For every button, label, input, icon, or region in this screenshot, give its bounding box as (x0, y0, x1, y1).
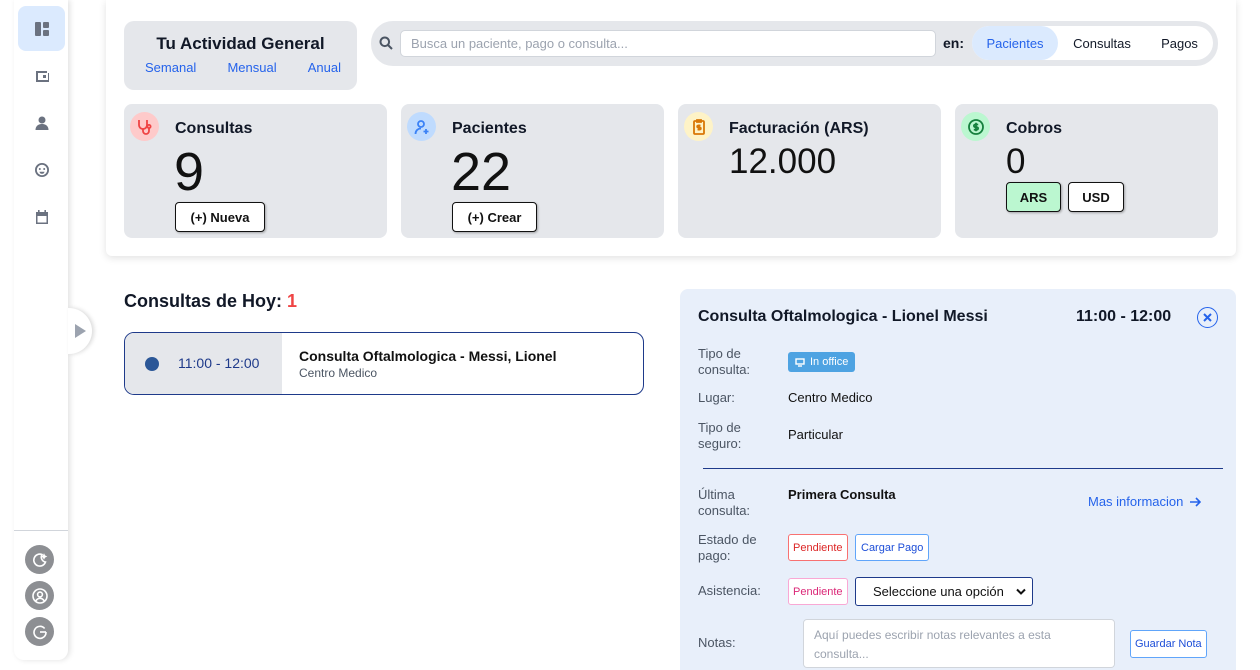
scope-pagos[interactable]: Pagos (1146, 26, 1213, 60)
stat-title: Cobros (1006, 120, 1062, 137)
cargar-pago-button[interactable]: Cargar Pago (855, 534, 930, 561)
dollar-circle-icon (961, 112, 990, 141)
appointment-detail-panel: Consulta Oftalmologica - Lionel Messi 11… (680, 289, 1236, 670)
status-dot (145, 357, 159, 371)
expand-sidebar-button[interactable] (68, 308, 92, 354)
dark-mode-button[interactable] (25, 545, 54, 574)
new-consulta-button[interactable]: (+) Nueva (175, 202, 265, 232)
notas-label: Notas: (698, 635, 736, 650)
period-weekly[interactable]: Semanal (145, 60, 196, 75)
detail-time: 11:00 - 12:00 (1076, 308, 1172, 325)
dark-mode-icon (32, 552, 47, 567)
profile-button[interactable] (25, 581, 54, 610)
stethoscope-icon (130, 112, 159, 141)
appointment-item[interactable]: 11:00 - 12:00 Consulta Oftalmologica - M… (124, 332, 644, 395)
new-paciente-button[interactable]: (+) Crear (452, 202, 537, 232)
period-yearly[interactable]: Anual (308, 60, 341, 75)
seguro-value: Particular (788, 427, 843, 442)
tipo-consulta-label: Tipo de consulta: (698, 346, 751, 377)
stat-card-cobros: Cobros 0 ARS USD (955, 104, 1218, 238)
asistencia-label: Asistencia: (698, 583, 761, 598)
today-count: 1 (287, 291, 298, 311)
guardar-nota-button[interactable]: Guardar Nota (1130, 630, 1207, 658)
sidebar-item-patients[interactable] (18, 100, 65, 145)
ultima-label: Última consulta: (698, 487, 751, 518)
stat-value: 12.000 (729, 142, 837, 181)
search-icon (379, 36, 393, 50)
period-selector: Semanal Mensual Anual (124, 60, 357, 75)
currency-ars-button[interactable]: ARS (1006, 182, 1061, 212)
appointment-time-block: 11:00 - 12:00 (125, 333, 282, 394)
lugar-label: Lugar: (698, 390, 735, 405)
search-scope-selector: Pacientes Consultas Pagos (972, 26, 1213, 60)
sidebar (14, 0, 68, 660)
stat-value: 9 (174, 142, 205, 202)
clipboard-dollar-icon (684, 112, 713, 141)
mas-informacion-link[interactable]: Mas informacion (1088, 494, 1202, 509)
payment-status-badge: Pendiente (788, 534, 848, 561)
arrow-right-icon (1190, 496, 1202, 507)
appointment-name: Consulta Oftalmologica - Messi, Lionel (299, 348, 557, 364)
chevron-down-icon (1016, 588, 1026, 595)
add-user-icon (407, 112, 436, 141)
dashboard-icon (34, 21, 49, 36)
search-scope-label: en: (943, 35, 964, 51)
attendance-select-value: Seleccione una opción (873, 584, 1004, 599)
logout-button[interactable] (25, 617, 54, 646)
estado-pago-label: Estado de pago: (698, 532, 757, 563)
today-title: Consultas de Hoy: (124, 291, 283, 311)
divider (703, 468, 1223, 469)
period-monthly[interactable]: Mensual (227, 60, 276, 75)
close-icon (1203, 313, 1212, 322)
calendar-icon (35, 209, 48, 224)
sidebar-item-children[interactable] (18, 147, 65, 192)
stat-value: 0 (1006, 142, 1026, 181)
detail-title: Consulta Oftalmologica - Lionel Messi (698, 308, 988, 325)
activity-title: Tu Actividad General (156, 34, 325, 53)
search-bar: en: Pacientes Consultas Pagos (371, 21, 1218, 66)
profile-icon (31, 587, 48, 604)
monitor-icon (795, 357, 805, 367)
scope-consultas[interactable]: Consultas (1058, 26, 1146, 60)
stat-title: Consultas (175, 120, 253, 137)
face-icon (34, 162, 49, 177)
user-icon (35, 116, 48, 130)
stat-value: 22 (451, 142, 512, 202)
today-heading: Consultas de Hoy: 1 (124, 291, 297, 312)
stat-card-facturacion: Facturación (ARS) 12.000 (678, 104, 941, 238)
logout-icon (32, 625, 47, 639)
notes-textarea[interactable] (803, 619, 1115, 668)
summary-panel: Tu Actividad General Semanal Mensual Anu… (106, 0, 1236, 256)
currency-usd-button[interactable]: USD (1068, 182, 1124, 212)
scope-pacientes[interactable]: Pacientes (972, 26, 1058, 60)
sidebar-divider (14, 530, 68, 531)
consultation-type-badge: In office (788, 352, 856, 372)
sidebar-item-payments[interactable] (18, 53, 65, 98)
mas-informacion-label: Mas informacion (1088, 494, 1184, 509)
stat-card-pacientes: Pacientes 22 (+) Crear (401, 104, 664, 238)
stat-card-consultas: Consultas 9 (+) Nueva (124, 104, 387, 238)
appointment-time: 11:00 - 12:00 (178, 355, 260, 371)
attendance-select[interactable]: Seleccione una opción (855, 577, 1033, 606)
attendance-status-badge: Pendiente (788, 578, 848, 605)
stat-title: Pacientes (452, 120, 527, 137)
activity-card: Tu Actividad General Semanal Mensual Anu… (124, 21, 357, 90)
stat-title: Facturación (ARS) (729, 120, 869, 137)
appointment-place: Centro Medico (299, 366, 378, 380)
chevron-right-icon (75, 324, 86, 338)
ultima-value: Primera Consulta (788, 487, 896, 502)
lugar-value: Centro Medico (788, 390, 873, 405)
close-button[interactable] (1197, 307, 1218, 328)
consultation-type-value: In office (810, 356, 849, 368)
wallet-icon (35, 70, 49, 82)
sidebar-item-calendar[interactable] (18, 194, 65, 239)
search-input[interactable] (400, 30, 936, 57)
sidebar-item-dashboard[interactable] (18, 6, 65, 51)
seguro-label: Tipo de seguro: (698, 420, 742, 451)
